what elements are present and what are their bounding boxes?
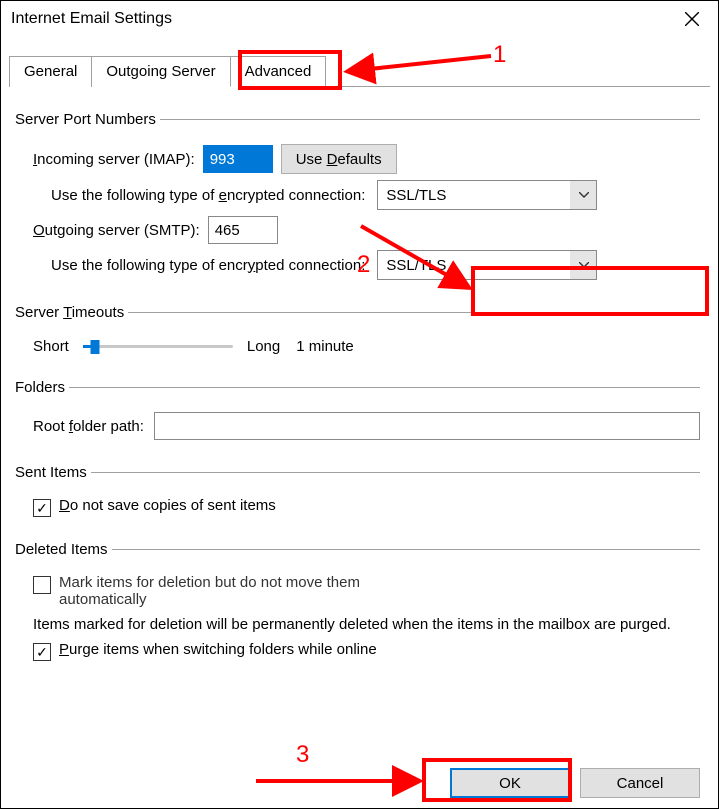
outgoing-encryption-value: SSL/TLS [378,257,570,274]
incoming-encryption-value: SSL/TLS [378,187,570,204]
timeout-slider-row: Short Long 1 minute [33,335,700,357]
chevron-down-icon [570,251,596,279]
close-button[interactable] [672,2,712,36]
tab-advanced[interactable]: Advanced [230,56,327,87]
group-title-sent: Sent Items [15,464,91,481]
timeout-short-label: Short [33,338,69,355]
deletion-note: Items marked for deletion will be perman… [33,614,700,635]
row-root-folder: Root folder path: [33,412,700,440]
tab-outgoing-server[interactable]: Outgoing Server [91,56,230,87]
incoming-enc-label: Use the following type of encrypted conn… [51,187,365,204]
annotation-arrow-3 [246,761,446,805]
tab-general[interactable]: General [9,56,92,87]
dont-save-sent-label: Do not save copies of sent items [59,497,276,514]
window-title: Internet Email Settings [7,10,672,28]
group-title-folders: Folders [15,379,69,396]
timeout-long-label: Long [247,338,280,355]
group-server-port-numbers: Server Port Numbers Incoming server (IMA… [19,111,700,290]
ok-button[interactable]: OK [450,768,570,798]
group-server-timeouts: Server Timeouts Short Long 1 minute [19,304,700,365]
dialog-buttons: OK Cancel [450,768,700,798]
purge-checkbox[interactable] [33,643,51,661]
group-folders: Folders Root folder path: [19,379,700,450]
mark-for-deletion-label: Mark items for deletion but do not move … [59,574,360,608]
group-deleted-items: Deleted Items Mark items for deletion bu… [19,541,700,671]
root-folder-input[interactable] [154,412,700,440]
cancel-button[interactable]: Cancel [580,768,700,798]
outgoing-encryption-dropdown[interactable]: SSL/TLS [377,250,597,280]
incoming-server-label: Incoming server (IMAP): [33,151,195,168]
dialog-window: Internet Email Settings General Outgoing… [0,0,719,809]
row-mark-for-deletion: Mark items for deletion but do not move … [33,574,700,608]
row-incoming: Incoming server (IMAP): Use Defaults [33,144,700,174]
incoming-port-input[interactable] [203,145,273,173]
incoming-encryption-dropdown[interactable]: SSL/TLS [377,180,597,210]
use-defaults-button[interactable]: Use Defaults [281,144,397,174]
timeout-slider[interactable] [83,335,233,357]
timeout-value-label: 1 minute [296,338,354,355]
row-purge: Purge items when switching folders while… [33,641,700,661]
tab-strip: General Outgoing Server Advanced [9,55,710,87]
annotation-number-3: 3 [296,741,309,769]
outgoing-port-input[interactable] [208,216,278,244]
outgoing-enc-label: Use the following type of encrypted conn… [51,257,365,274]
group-title-server-port: Server Port Numbers [15,111,160,128]
chevron-down-icon [570,181,596,209]
dialog-body: Server Port Numbers Incoming server (IMA… [1,87,718,671]
row-dont-save-sent: Do not save copies of sent items [33,497,700,517]
dont-save-sent-checkbox[interactable] [33,499,51,517]
row-outgoing: Outgoing server (SMTP): [33,216,700,244]
mark-for-deletion-checkbox[interactable] [33,576,51,594]
row-incoming-encryption: Use the following type of encrypted conn… [51,180,700,210]
close-icon [685,12,699,26]
purge-label: Purge items when switching folders while… [59,641,377,658]
titlebar: Internet Email Settings [1,1,718,37]
group-title-timeouts: Server Timeouts [15,304,128,321]
slider-thumb[interactable] [90,340,99,354]
root-folder-label: Root folder path: [33,418,144,435]
outgoing-server-label: Outgoing server (SMTP): [33,222,200,239]
row-outgoing-encryption: Use the following type of encrypted conn… [51,250,700,280]
group-sent-items: Sent Items Do not save copies of sent it… [19,464,700,527]
group-title-deleted: Deleted Items [15,541,112,558]
